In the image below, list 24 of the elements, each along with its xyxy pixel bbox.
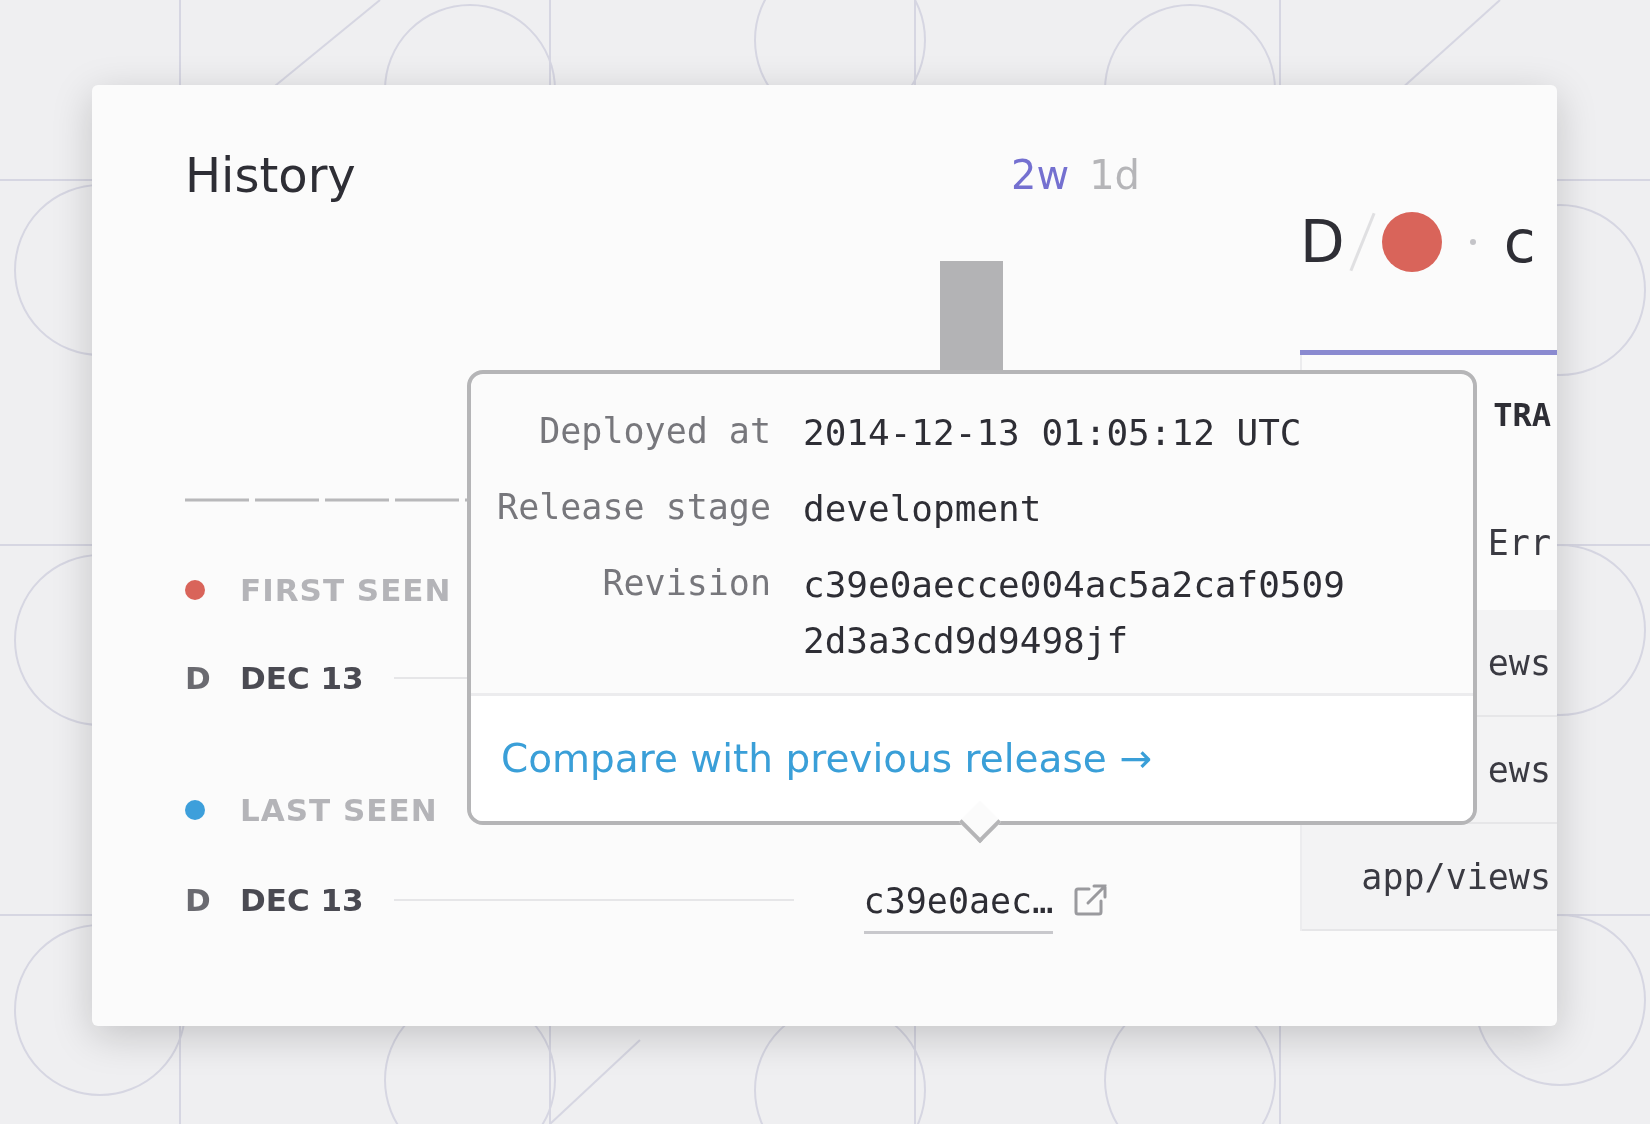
event-date: DEC 13 [240, 882, 364, 918]
revision-link[interactable]: c39e0aec… [863, 866, 1054, 934]
field-value: 2014-12-13 01:05:12 UTC [803, 411, 1303, 455]
severity-letter: D [1300, 208, 1345, 276]
field-label: Deployed at [538, 410, 771, 453]
range-tab[interactable]: 2w [1011, 152, 1070, 198]
field-label: Revision [601, 562, 771, 605]
stacktrace-heading: TRA [1493, 396, 1551, 434]
error-title: c [1503, 208, 1536, 276]
stack-line: ews [1487, 749, 1551, 790]
separator-dot [1469, 239, 1476, 245]
field-value: development [803, 487, 1043, 531]
stack-line: app/views [1361, 856, 1551, 897]
day-letter: D [185, 660, 212, 696]
card-title: History [185, 147, 356, 203]
event-label: LAST SEEN [240, 792, 438, 828]
external-link-icon[interactable] [1073, 883, 1110, 917]
stack-line: Err [1487, 522, 1551, 563]
event-label: FIRST SEEN [240, 572, 452, 608]
day-letter: D [185, 882, 212, 918]
event-date: DEC 13 [240, 660, 364, 696]
field-label: Release stage [496, 486, 771, 529]
field-value: c39e0aecce004ac5a2caf05092d3a3cd9d9498jf [803, 563, 1345, 663]
stack-line: ews [1487, 642, 1551, 683]
